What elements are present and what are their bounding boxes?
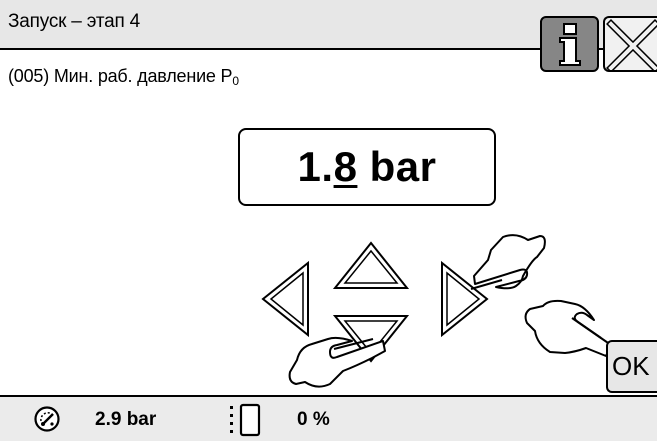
system-pressure-value: 2.9 bar <box>95 409 157 430</box>
pointing-hand-icon <box>470 234 546 290</box>
arrow-up-icon[interactable] <box>332 241 410 289</box>
ok-button[interactable]: OK <box>606 340 657 393</box>
navigation-pad <box>261 234 612 388</box>
tank-level-icon <box>230 403 261 437</box>
pointing-hand-icon <box>524 299 612 357</box>
pressure-gauge-icon <box>34 406 60 432</box>
screen: Запуск – этап 4 (005) Мин. раб. давление… <box>0 0 657 441</box>
arrow-left-icon[interactable] <box>261 260 309 338</box>
pointing-hand-icon <box>288 336 386 388</box>
tank-level-value: 0 % <box>297 409 330 430</box>
status-bar: 2.9 bar 0 % <box>0 397 657 441</box>
